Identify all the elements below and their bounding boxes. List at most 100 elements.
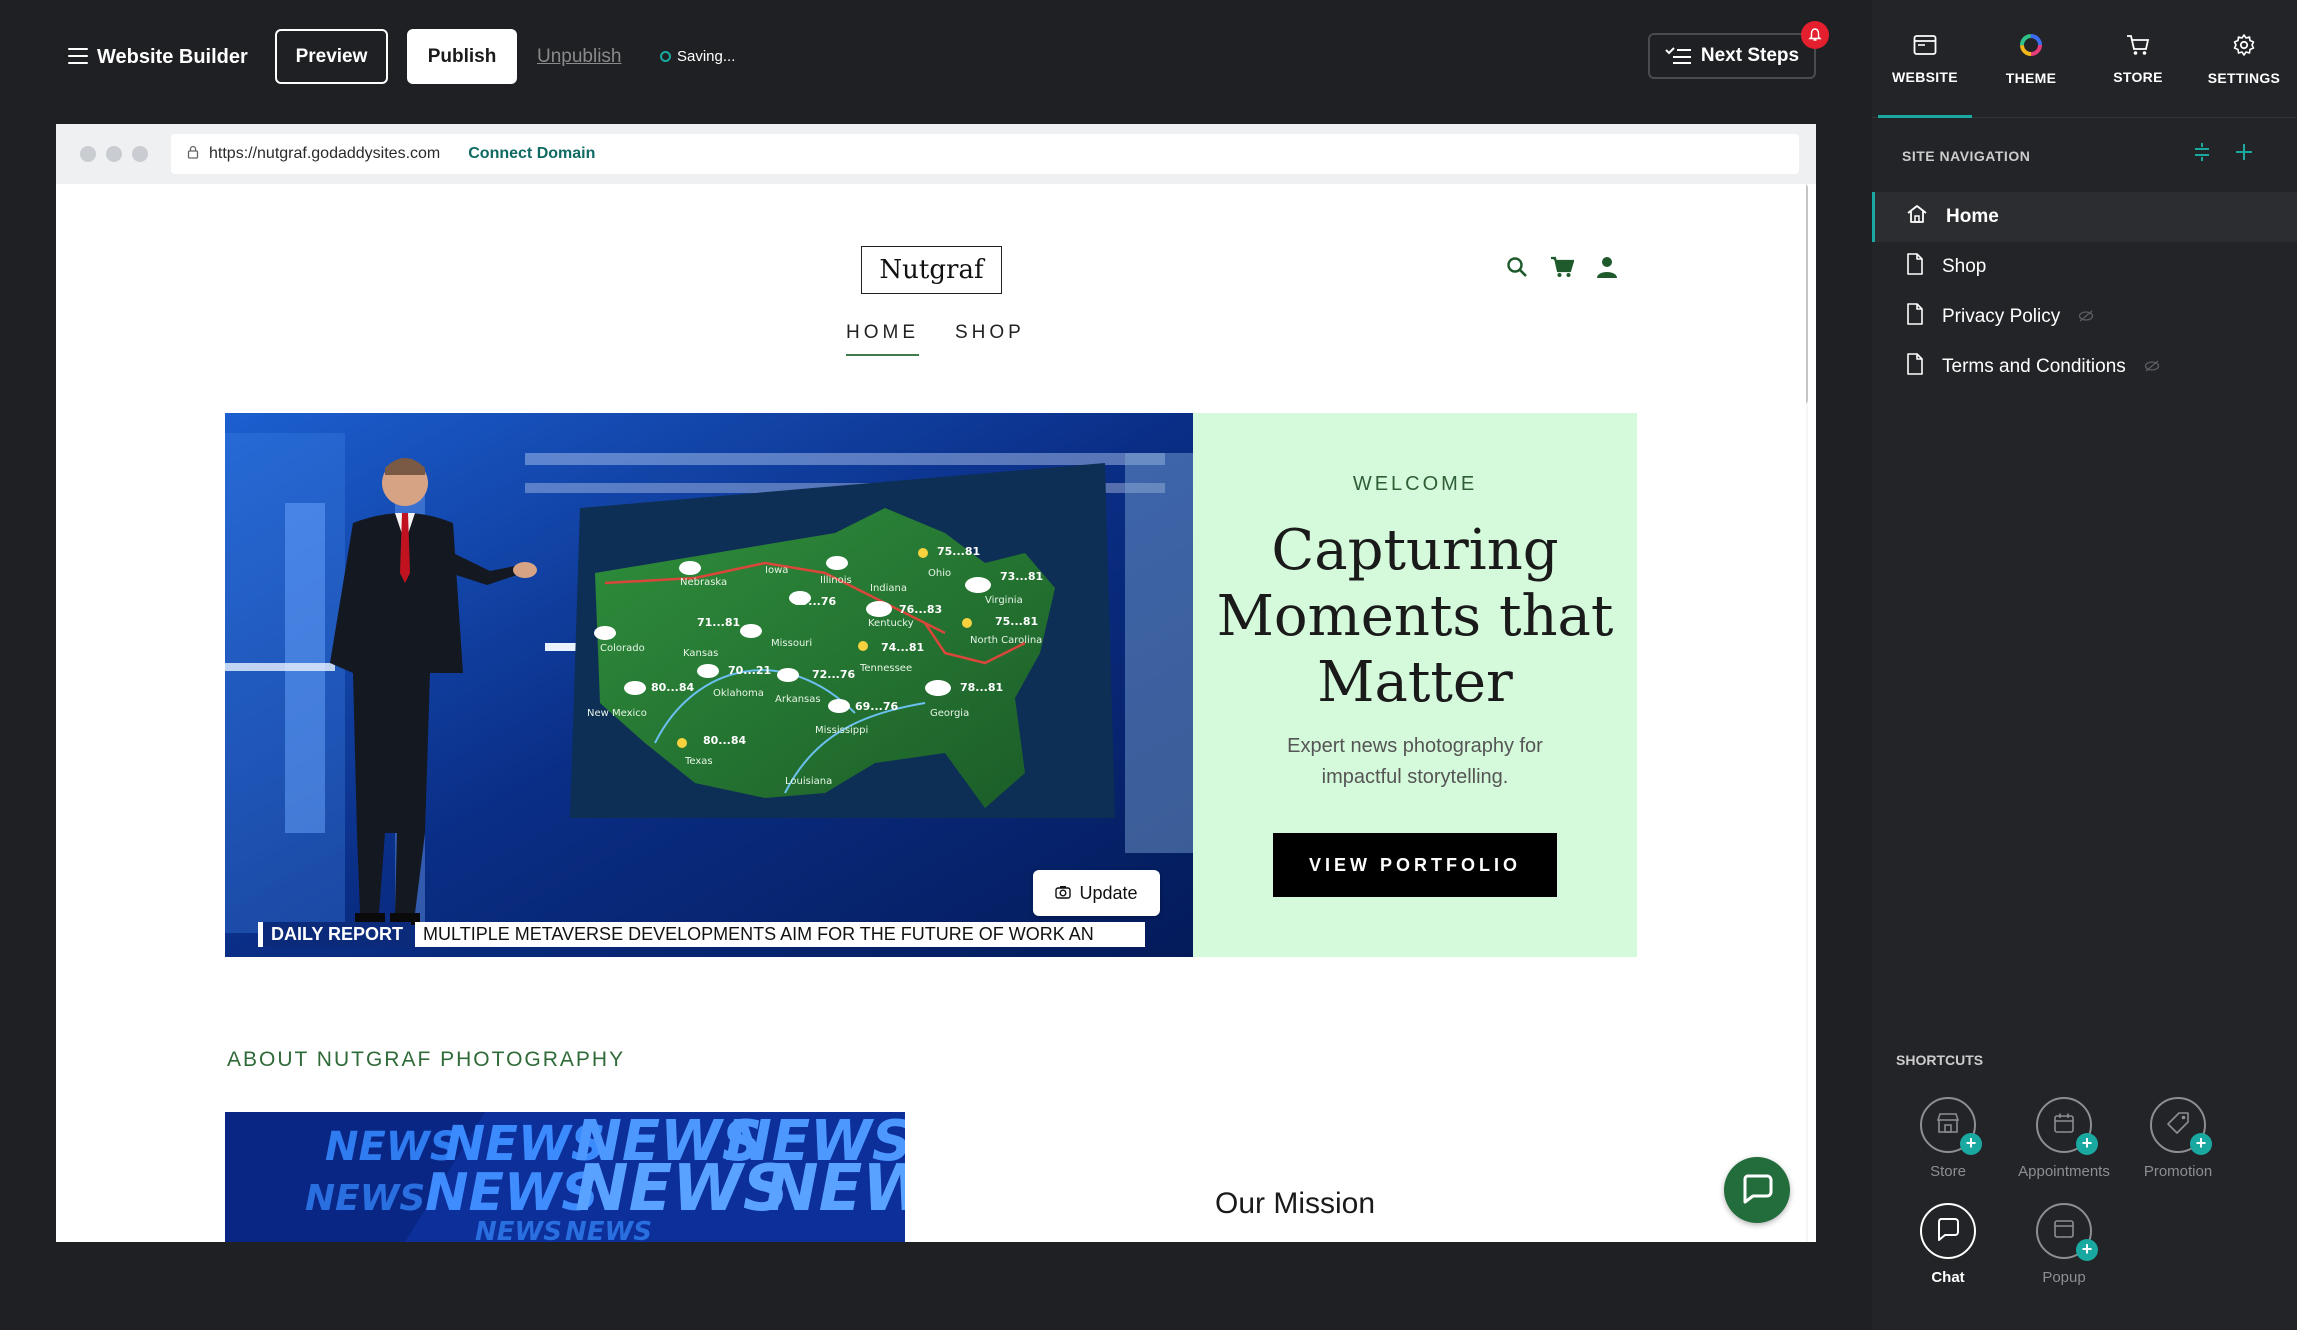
- map-label: Colorado: [600, 643, 645, 654]
- url-field: https://nutgraf.godaddysites.com Connect…: [171, 134, 1799, 174]
- saving-status-text: Saving...: [677, 48, 736, 65]
- map-label: Tennessee: [859, 663, 912, 674]
- panel-tabs: WEBSITE THEME STORE SETTINGS: [1872, 0, 2297, 118]
- map-label: Georgia: [930, 708, 969, 719]
- map-label: New Mexico: [587, 708, 647, 719]
- mission-heading[interactable]: Our Mission: [1215, 1187, 1375, 1221]
- shortcut-appointments[interactable]: + Appointments: [2009, 1097, 2119, 1180]
- reorder-icon[interactable]: [2192, 142, 2212, 167]
- map-temp: 80...84: [703, 734, 746, 747]
- page-item-label: Shop: [1942, 256, 1987, 277]
- top-toolbar: Website Builder Preview Publish Unpublis…: [0, 0, 1872, 116]
- tab-theme-label: THEME: [2005, 69, 2057, 86]
- about-heading[interactable]: ABOUT NUTGRAF PHOTOGRAPHY: [227, 1048, 625, 1072]
- popup-window-icon: [2053, 1219, 2075, 1243]
- page-item-label: Terms and Conditions: [1942, 356, 2126, 377]
- shortcut-promotion[interactable]: + Promotion: [2123, 1097, 2233, 1180]
- shortcut-label: Chat: [1931, 1269, 1965, 1286]
- view-portfolio-button[interactable]: VIEW PORTFOLIO: [1273, 833, 1557, 897]
- page-list: Home Shop Privacy Policy Terms and Condi…: [1872, 192, 2297, 392]
- chat-icon: [1935, 1216, 1961, 1246]
- site-navigation-title: SITE NAVIGATION: [1902, 148, 2031, 164]
- chat-bubble-icon: [1739, 1170, 1775, 1211]
- hero-eyebrow[interactable]: WELCOME: [1193, 473, 1637, 496]
- window-dots: [80, 146, 148, 162]
- ticker-text: MULTIPLE METAVERSE DEVELOPMENTS AIM FOR …: [415, 922, 1146, 947]
- tab-website[interactable]: WEBSITE: [1875, 0, 1975, 118]
- shortcut-label: Popup: [2042, 1269, 2086, 1286]
- unpublish-link[interactable]: Unpublish: [537, 46, 622, 68]
- ticker-tag: DAILY REPORT: [258, 922, 412, 947]
- shortcuts-title: SHORTCUTS: [1896, 1052, 1984, 1068]
- shortcut-chat[interactable]: Chat: [1893, 1203, 2003, 1286]
- site-canvas: Nutgraf HOME SHOP Nebraska Iowa Illinois…: [56, 184, 1806, 1242]
- map-label: Illinois: [820, 575, 852, 586]
- page-icon: [1906, 353, 1924, 381]
- site-nav-shop[interactable]: SHOP: [955, 322, 1025, 356]
- map-temp: 71...81: [697, 616, 740, 629]
- page-item-terms-and-conditions[interactable]: Terms and Conditions: [1872, 342, 2297, 392]
- map-temp: 72...76: [812, 668, 855, 681]
- site-logo[interactable]: Nutgraf: [861, 246, 1002, 294]
- publish-button[interactable]: Publish: [407, 29, 517, 84]
- page-item-shop[interactable]: Shop: [1872, 242, 2297, 292]
- site-nav-home[interactable]: HOME: [846, 322, 919, 356]
- news-ticker: DAILY REPORT MULTIPLE METAVERSE DEVELOPM…: [225, 912, 1193, 957]
- news-banner-image[interactable]: NEWS NEWS NEWS NEWS NEWS NEWS NEWS NEWS …: [225, 1112, 905, 1242]
- add-page-icon[interactable]: [2234, 142, 2254, 167]
- map-label: Mississippi: [815, 725, 868, 736]
- site-header-icons: [1506, 256, 1618, 283]
- hero-text-panel: WELCOME Capturing Moments that Matter Ex…: [1193, 413, 1637, 957]
- notification-bell-icon[interactable]: [1801, 21, 1829, 49]
- calendar-icon: [2053, 1112, 2075, 1138]
- camera-icon: [1055, 883, 1072, 904]
- connect-domain-link[interactable]: Connect Domain: [468, 145, 595, 163]
- site-preview-frame: https://nutgraf.godaddysites.com Connect…: [56, 124, 1816, 1242]
- map-label: Kansas: [683, 648, 718, 659]
- tab-settings[interactable]: SETTINGS: [2194, 0, 2294, 118]
- color-wheel-icon: [2019, 33, 2043, 60]
- map-label: North Carolina: [970, 635, 1042, 646]
- update-label: Update: [1079, 882, 1138, 903]
- page-item-home[interactable]: Home: [1872, 192, 2297, 242]
- page-icon: [1906, 303, 1924, 331]
- map-temp: 70...21: [728, 664, 771, 677]
- site-navigation-actions: [2192, 142, 2254, 167]
- chat-widget-button[interactable]: [1724, 1157, 1790, 1223]
- preview-button[interactable]: Preview: [275, 29, 388, 84]
- saving-status: Saving...: [660, 48, 735, 65]
- page-item-label: Home: [1946, 206, 1999, 227]
- next-steps-label: Next Steps: [1700, 45, 1800, 66]
- account-icon[interactable]: [1596, 256, 1618, 283]
- hero-title[interactable]: Capturing Moments that Matter: [1213, 518, 1617, 716]
- checklist-icon: [1665, 47, 1691, 65]
- shortcut-label: Store: [1930, 1163, 1966, 1180]
- map-label: Louisiana: [785, 776, 832, 787]
- site-url: https://nutgraf.godaddysites.com: [209, 145, 441, 162]
- search-icon[interactable]: [1506, 256, 1528, 283]
- map-temp: 78...81: [960, 681, 1003, 694]
- page-item-privacy-policy[interactable]: Privacy Policy: [1872, 292, 2297, 342]
- hidden-page-icon: [2078, 306, 2094, 328]
- shortcut-popup[interactable]: + Popup: [2009, 1203, 2119, 1286]
- menu-icon[interactable]: [68, 48, 88, 64]
- cart-icon[interactable]: [1550, 256, 1575, 283]
- tab-website-label: WEBSITE: [1892, 68, 1958, 85]
- map-label: Texas: [684, 756, 713, 767]
- map-label: Ohio: [928, 568, 951, 579]
- map-temp: 76...83: [899, 603, 942, 616]
- cart-icon: [2126, 34, 2150, 59]
- map-temp: 73...81: [1000, 570, 1043, 583]
- next-steps-button[interactable]: Next Steps: [1648, 33, 1816, 79]
- hero-subtitle[interactable]: Expert news photography for impactful st…: [1253, 731, 1577, 793]
- news-word: NEWS: [565, 1217, 652, 1242]
- tab-settings-label: SETTINGS: [2207, 69, 2281, 86]
- shortcut-store[interactable]: + Store: [1893, 1097, 2003, 1180]
- tab-theme[interactable]: THEME: [1981, 0, 2081, 118]
- shortcut-label: Appointments: [2018, 1163, 2110, 1180]
- map-temp: 75...81: [937, 545, 980, 558]
- map-temp: 69...76: [793, 595, 836, 608]
- page-item-label: Privacy Policy: [1942, 306, 2061, 327]
- update-image-button[interactable]: Update: [1033, 870, 1160, 916]
- tab-store[interactable]: STORE: [2088, 0, 2188, 118]
